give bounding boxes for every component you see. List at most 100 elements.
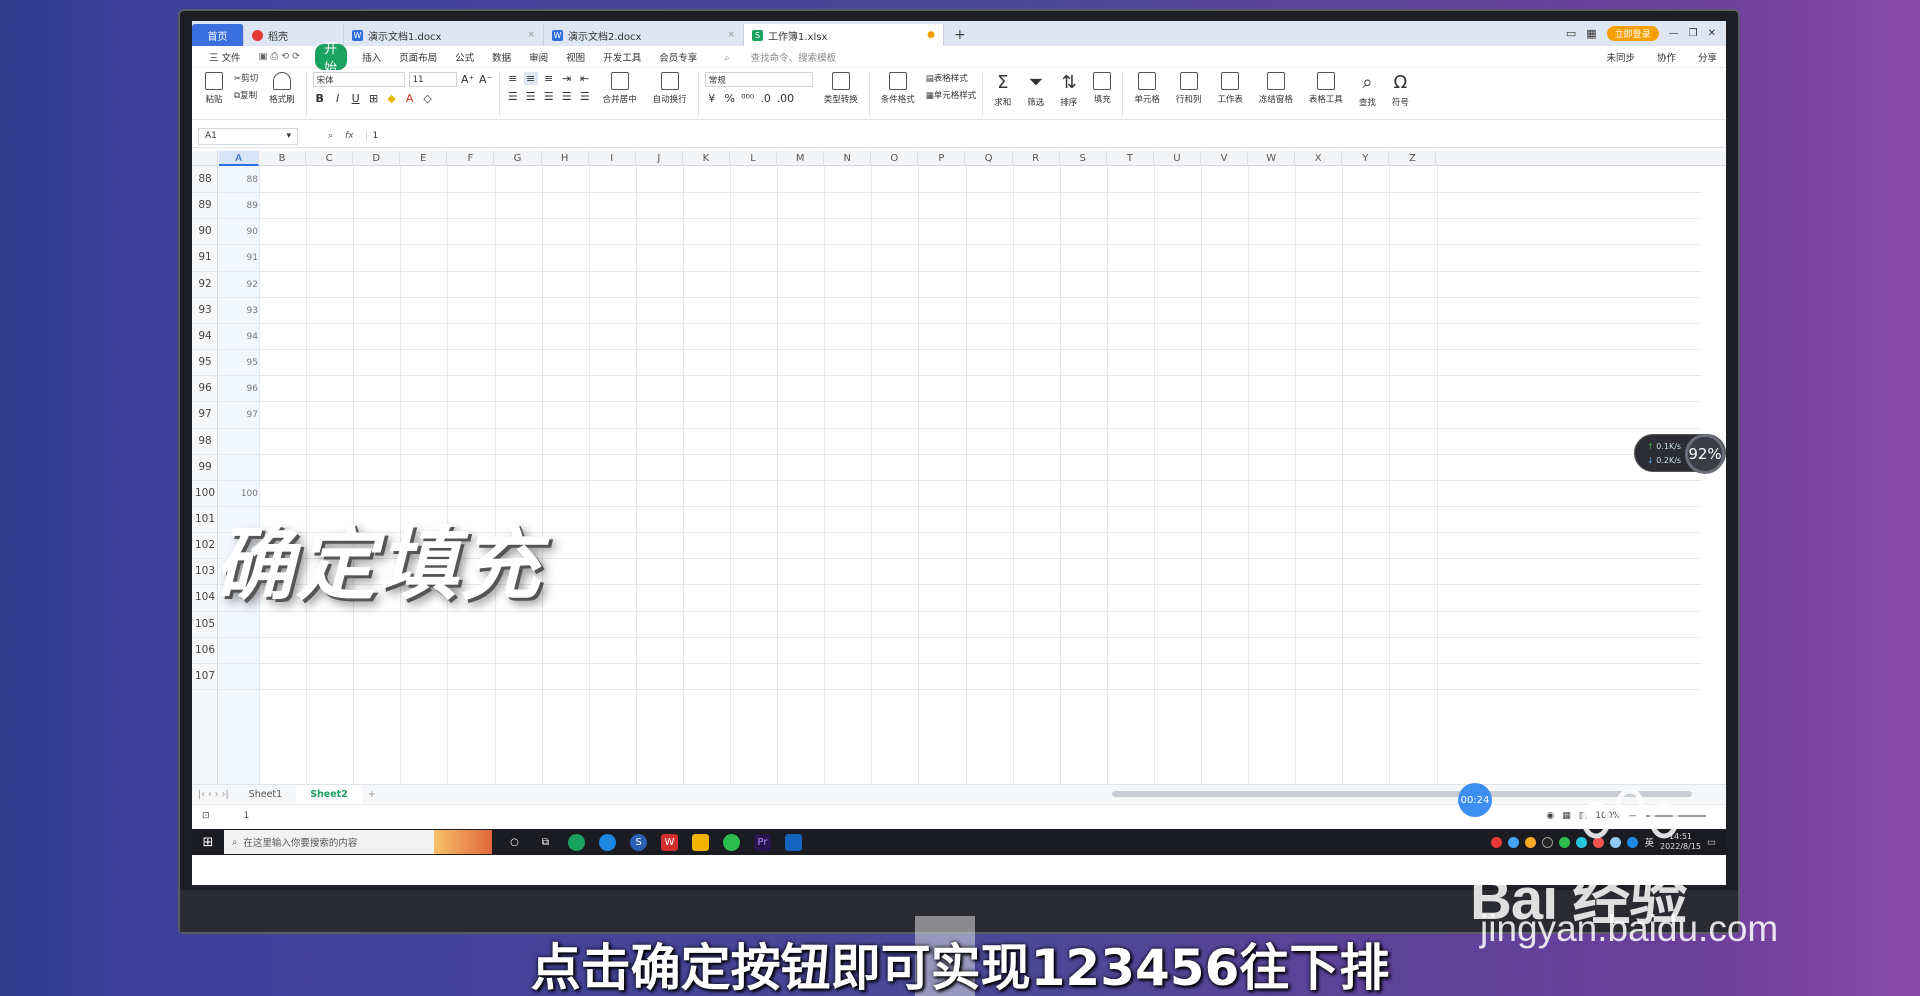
- distribute-icon[interactable]: ☰: [578, 90, 592, 103]
- row-header[interactable]: 107: [192, 670, 218, 682]
- column-header-O[interactable]: O: [871, 151, 919, 166]
- align-bottom-icon[interactable]: ≡: [542, 72, 556, 85]
- sheet-nav-icons[interactable]: |‹ ‹ › ›|: [192, 789, 235, 800]
- font-color-icon[interactable]: A: [403, 92, 417, 105]
- column-header-C[interactable]: C: [306, 151, 354, 166]
- copy-button[interactable]: ⧉复制: [234, 89, 257, 101]
- column-header-X[interactable]: X: [1295, 151, 1343, 166]
- cut-button[interactable]: ✂剪切: [234, 72, 258, 84]
- network-speed-widget[interactable]: ↑ 0.1K/s ↓ 0.2K/s 92%: [1634, 434, 1726, 474]
- cell-a-value[interactable]: 100: [220, 489, 258, 499]
- close-tab-icon[interactable]: ×: [527, 30, 535, 40]
- thousands-icon[interactable]: ⁰⁰⁰: [741, 92, 755, 105]
- quick-access-icons[interactable]: ▣ ⎙ ⟲ ⟳: [250, 51, 310, 62]
- row-header[interactable]: 94: [192, 330, 218, 342]
- row-header[interactable]: 88: [192, 173, 218, 185]
- find-button[interactable]: ⌕ 查找: [1354, 72, 1381, 108]
- edge-icon[interactable]: [599, 833, 616, 851]
- merge-center-button[interactable]: 合并居中: [598, 72, 642, 105]
- row-header[interactable]: 89: [192, 199, 218, 211]
- currency-icon[interactable]: ¥: [705, 92, 719, 105]
- menu-developer[interactable]: 开发工具: [594, 50, 650, 64]
- symbol-button[interactable]: Ω 符号: [1387, 72, 1414, 108]
- cell-a-value[interactable]: 97: [220, 410, 258, 420]
- cell-a-value[interactable]: 92: [220, 280, 258, 290]
- row-header[interactable]: 97: [192, 408, 218, 420]
- bold-icon[interactable]: B: [313, 92, 327, 105]
- sort-button[interactable]: ⇅ 排序: [1055, 72, 1082, 108]
- row-header[interactable]: 100: [192, 487, 218, 499]
- cell-a-value[interactable]: 89: [220, 201, 258, 211]
- font-name-select[interactable]: 宋体: [312, 72, 405, 87]
- menu-data[interactable]: 数据: [483, 50, 520, 64]
- worksheet-button[interactable]: 工作表: [1212, 72, 1248, 105]
- align-top-icon[interactable]: ≡: [506, 72, 520, 85]
- column-header-W[interactable]: W: [1248, 151, 1296, 166]
- table-tools-button[interactable]: 表格工具: [1304, 72, 1348, 105]
- increase-font-icon[interactable]: A⁺: [461, 73, 475, 86]
- zoom-icon[interactable]: ⌕: [328, 131, 333, 141]
- fill-color-icon[interactable]: ◆: [385, 92, 399, 105]
- layout-icon[interactable]: ▭: [1566, 27, 1576, 40]
- sogou-icon[interactable]: S: [630, 833, 647, 851]
- column-header-Q[interactable]: Q: [966, 151, 1013, 166]
- menu-view[interactable]: 视图: [557, 50, 594, 64]
- menu-insert[interactable]: 插入: [353, 50, 390, 64]
- file-menu[interactable]: 三 文件: [200, 50, 250, 64]
- name-box[interactable]: A1 ▾: [198, 127, 298, 145]
- column-header-T[interactable]: T: [1107, 151, 1154, 166]
- add-sheet-icon[interactable]: +: [362, 789, 382, 800]
- sum-button[interactable]: Σ 求和: [989, 72, 1016, 108]
- restore-icon[interactable]: ❐: [1689, 28, 1698, 39]
- row-header[interactable]: 98: [192, 435, 218, 447]
- wps-icon[interactable]: W: [661, 833, 678, 851]
- task-view-icon[interactable]: ⧉: [537, 834, 554, 851]
- cell-a-value[interactable]: 91: [220, 253, 258, 263]
- cell-grid[interactable]: 88 88 89 89 90 90 91 91 92 92 93 93 94 94 95 95 96 96 97 97…: [192, 166, 1702, 784]
- cortana-icon[interactable]: ○: [506, 834, 523, 851]
- browser-icon[interactable]: [568, 833, 585, 851]
- sheet-tab-2[interactable]: Sheet2: [296, 784, 362, 805]
- italic-icon[interactable]: I: [331, 92, 345, 105]
- column-header-H[interactable]: H: [542, 151, 589, 166]
- cell-button[interactable]: 单元格: [1129, 72, 1165, 105]
- command-search[interactable]: ⌕ 查找命令、搜索模板: [706, 50, 854, 64]
- close-window-icon[interactable]: ✕: [1708, 28, 1716, 39]
- tab-workbook[interactable]: S 工作簿1.xlsx ●: [744, 24, 944, 46]
- conditional-format-button[interactable]: 条件格式: [876, 72, 920, 105]
- column-header-M[interactable]: M: [777, 151, 825, 166]
- sync-status[interactable]: 未同步: [1597, 50, 1644, 64]
- filter-button[interactable]: ⏷ 筛选: [1022, 72, 1049, 108]
- row-header[interactable]: 99: [192, 461, 218, 473]
- format-painter-button[interactable]: 格式刷: [264, 72, 300, 105]
- indent-icon[interactable]: ⇥: [560, 72, 574, 85]
- column-header-L[interactable]: L: [730, 151, 778, 166]
- column-header-F[interactable]: F: [447, 151, 495, 166]
- dec-decimal-icon[interactable]: .00: [777, 92, 795, 105]
- clear-icon[interactable]: ◇: [421, 92, 435, 105]
- number-format-select[interactable]: 常规: [704, 72, 813, 87]
- menu-formulas[interactable]: 公式: [446, 50, 483, 64]
- collaborate-button[interactable]: 协作: [1648, 50, 1685, 64]
- column-header-B[interactable]: B: [259, 151, 307, 166]
- table-style-button[interactable]: ▤表格样式: [926, 72, 968, 84]
- font-size-select[interactable]: 11: [408, 72, 457, 87]
- new-tab-button[interactable]: +: [944, 24, 976, 46]
- login-button[interactable]: 立即登录: [1606, 26, 1659, 41]
- row-header[interactable]: 105: [192, 618, 218, 630]
- align-left-icon[interactable]: ☰: [506, 90, 520, 103]
- minimize-icon[interactable]: —: [1669, 28, 1679, 39]
- column-header-Z[interactable]: Z: [1389, 151, 1437, 166]
- column-header-J[interactable]: J: [636, 151, 683, 166]
- cell-a-value[interactable]: 88: [220, 175, 258, 185]
- align-center-icon[interactable]: ☰: [524, 90, 538, 103]
- percent-icon[interactable]: %: [723, 92, 737, 105]
- windows-start-icon[interactable]: ⊞: [192, 829, 224, 855]
- apps-icon[interactable]: ▦: [1586, 27, 1596, 40]
- file-explorer-icon[interactable]: [692, 833, 709, 851]
- justify-icon[interactable]: ☰: [560, 90, 574, 103]
- row-header[interactable]: 93: [192, 304, 218, 316]
- row-header[interactable]: 96: [192, 382, 218, 394]
- cell-style-button[interactable]: ▦单元格样式: [926, 89, 977, 101]
- column-header-R[interactable]: R: [1013, 151, 1060, 166]
